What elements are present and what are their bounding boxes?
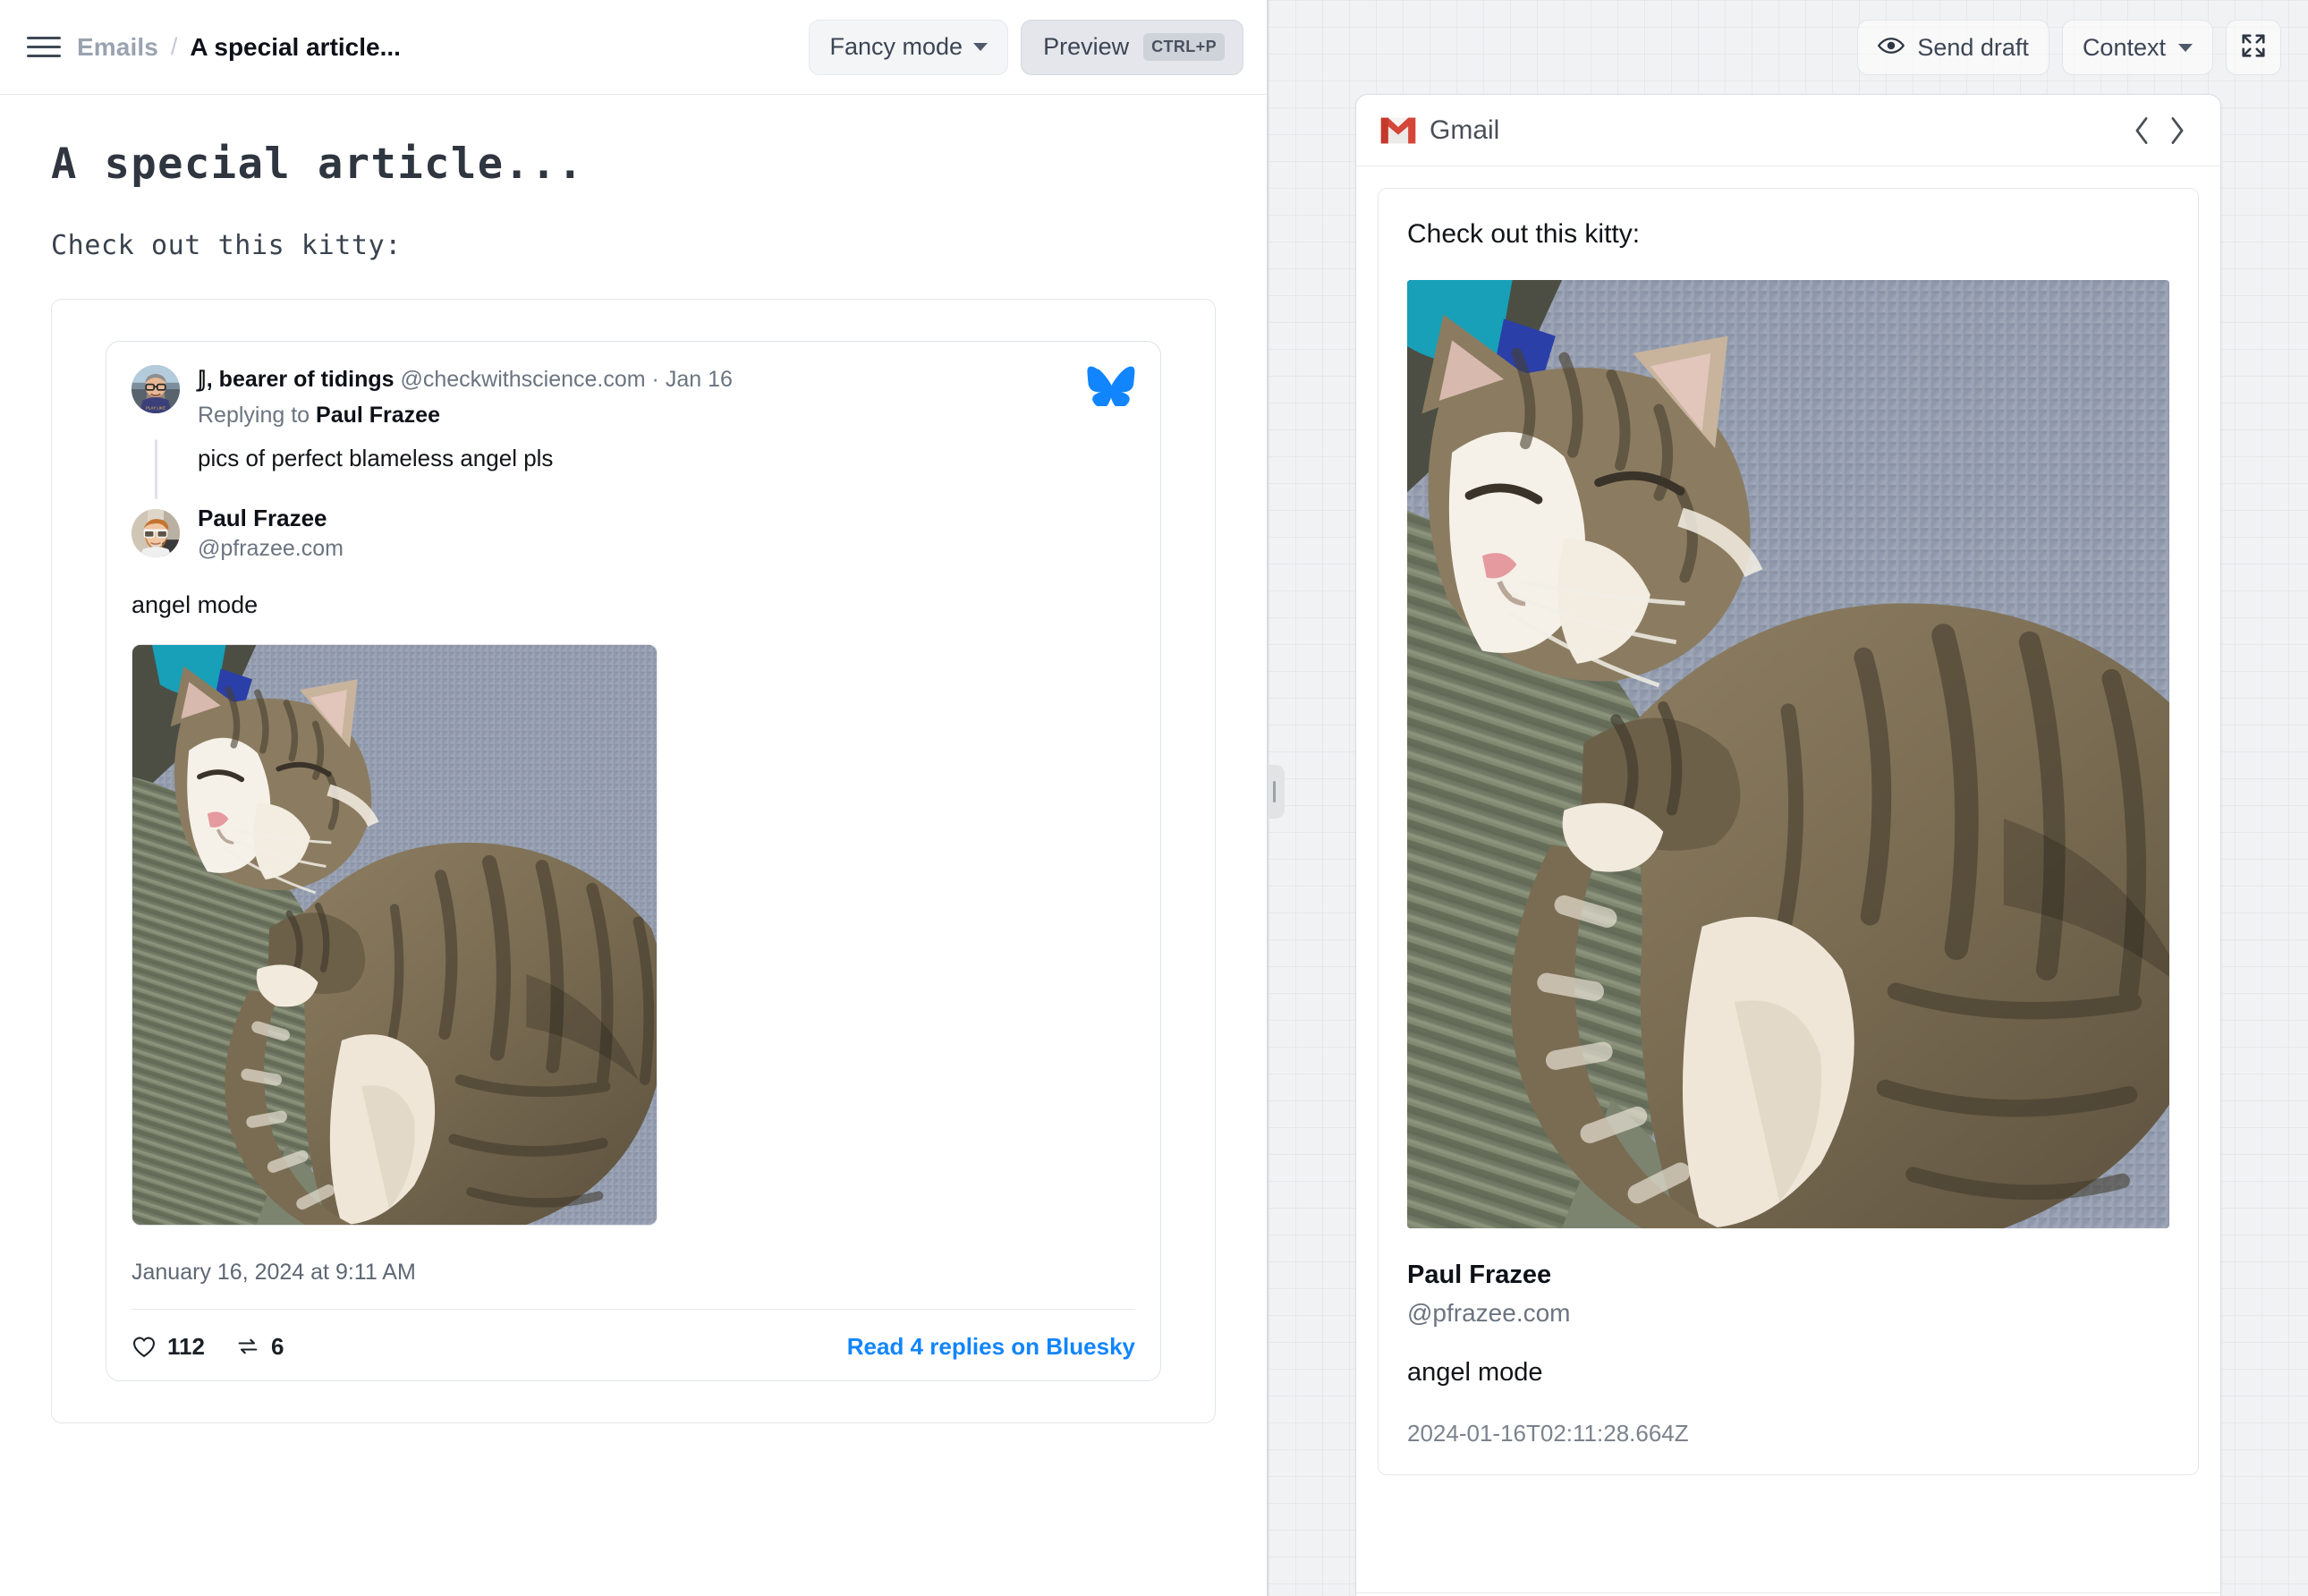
- replying-target[interactable]: Paul Frazee: [316, 403, 440, 428]
- email-lead-text: Check out this kitty:: [1407, 219, 2169, 250]
- breadcrumb-current: A special article...: [190, 33, 401, 62]
- divider: [132, 1309, 1135, 1310]
- post-text: angel mode: [132, 591, 1135, 619]
- send-draft-label: Send draft: [1917, 34, 2029, 62]
- repost-stat[interactable]: 6: [235, 1333, 284, 1361]
- gmail-logo-icon: [1379, 116, 1417, 145]
- embed-block: 𝕁, bearer of tidings @checkwithscience.c…: [51, 299, 1216, 1423]
- email-post-text: angel mode: [1407, 1358, 2169, 1388]
- thread-gutter: [132, 439, 180, 499]
- editor-panel: Emails / A special article... Fancy mode…: [0, 0, 1269, 1596]
- page-title: A special article...: [51, 140, 1216, 189]
- quote-author-row: 𝕁, bearer of tidings @checkwithscience.c…: [132, 365, 1135, 429]
- app-root: Emails / A special article... Fancy mode…: [0, 0, 2308, 1596]
- post-author-name[interactable]: Paul Frazee: [198, 503, 344, 534]
- post-image[interactable]: [132, 644, 658, 1226]
- bluesky-post-card[interactable]: 𝕁, bearer of tidings @checkwithscience.c…: [106, 341, 1161, 1381]
- gmail-body: Check out this kitty: Paul Frazee @pfraz…: [1356, 166, 2220, 1592]
- preview-shortcut-badge: CTRL+P: [1143, 33, 1225, 61]
- preview-panel: Send draft Context: [1269, 0, 2308, 1596]
- post-author-meta: Paul Frazee @pfrazee.com: [198, 503, 344, 565]
- post-stats-row: 112 6 Read 4 replies on Bluesky: [132, 1333, 1135, 1361]
- quoted-text-block: pics of perfect blameless angel pls: [132, 439, 1135, 499]
- gmail-title: Gmail: [1430, 115, 1499, 146]
- replying-to-line: Replying to Paul Frazee: [198, 403, 1058, 429]
- gmail-preview-window: Gmail Check out this kitty: Paul Frazee: [1355, 94, 2221, 1596]
- gmail-brand: Gmail: [1379, 115, 1499, 146]
- breadcrumb-emails[interactable]: Emails: [77, 33, 158, 62]
- editor-toolbar: Emails / A special article... Fancy mode…: [0, 0, 1267, 95]
- editor-content[interactable]: A special article... Check out this kitt…: [0, 95, 1267, 1596]
- expand-fullscreen-icon: [2240, 32, 2267, 64]
- email-content-card: Check out this kitty: Paul Frazee @pfraz…: [1378, 188, 2199, 1475]
- fancy-mode-label: Fancy mode: [829, 33, 963, 61]
- expand-fullscreen-button[interactable]: [2226, 20, 2281, 75]
- repost-icon: [235, 1335, 260, 1358]
- post-timestamp: January 16, 2024 at 9:11 AM: [132, 1260, 1135, 1309]
- email-post-image[interactable]: [1407, 280, 2169, 1228]
- document-paragraph: Check out this kitty:: [51, 230, 1216, 261]
- repost-count: 6: [271, 1333, 284, 1361]
- quote-author-meta: 𝕁, bearer of tidings @checkwithscience.c…: [198, 365, 1058, 429]
- gmail-header: Gmail: [1356, 95, 2220, 166]
- hamburger-menu-icon[interactable]: [27, 30, 61, 64]
- panel-resize-handle[interactable]: [1269, 765, 1285, 819]
- quoted-post-text: pics of perfect blameless angel pls: [180, 439, 553, 499]
- replying-prefix: Replying to: [198, 403, 310, 428]
- read-replies-link[interactable]: Read 4 replies on Bluesky: [847, 1333, 1135, 1361]
- meta-separator: ·: [652, 367, 659, 392]
- next-preview-button[interactable]: [2160, 113, 2195, 149]
- post-author-row: Paul Frazee @pfrazee.com: [132, 503, 1135, 565]
- email-author-name: Paul Frazee: [1407, 1261, 2169, 1290]
- like-stat[interactable]: 112: [132, 1333, 205, 1361]
- chevron-down-icon: [973, 43, 988, 51]
- like-count: 112: [167, 1333, 205, 1361]
- email-author-handle: @pfrazee.com: [1407, 1299, 2169, 1328]
- gmail-footer: Unsubscribe from this newsletter.: [1356, 1592, 2220, 1596]
- preview-button[interactable]: Preview CTRL+P: [1021, 20, 1243, 75]
- quote-author-name[interactable]: 𝕁, bearer of tidings: [198, 367, 395, 392]
- quote-date: Jan 16: [666, 367, 733, 392]
- preview-label: Preview: [1043, 33, 1129, 61]
- avatar: [132, 365, 180, 413]
- chevron-down-icon: [2178, 44, 2193, 52]
- quote-author-handle[interactable]: @checkwithscience.com: [401, 367, 646, 392]
- thread-line: [155, 439, 157, 499]
- eye-icon: [1878, 34, 1905, 62]
- post-author-handle[interactable]: @pfrazee.com: [198, 534, 344, 565]
- heart-icon: [132, 1335, 157, 1358]
- send-draft-button[interactable]: Send draft: [1857, 20, 2049, 75]
- quote-author-line: 𝕁, bearer of tidings @checkwithscience.c…: [198, 365, 1058, 395]
- email-timestamp: 2024-01-16T02:11:28.664Z: [1407, 1420, 2169, 1447]
- avatar: [132, 509, 180, 557]
- breadcrumb-separator: /: [171, 33, 178, 61]
- fancy-mode-dropdown[interactable]: Fancy mode: [809, 20, 1008, 75]
- context-label: Context: [2083, 34, 2166, 62]
- bluesky-butterfly-icon: [1085, 365, 1135, 406]
- preview-toolbar: Send draft Context: [1269, 0, 2308, 95]
- context-dropdown[interactable]: Context: [2062, 20, 2213, 75]
- prev-preview-button[interactable]: [2124, 113, 2160, 149]
